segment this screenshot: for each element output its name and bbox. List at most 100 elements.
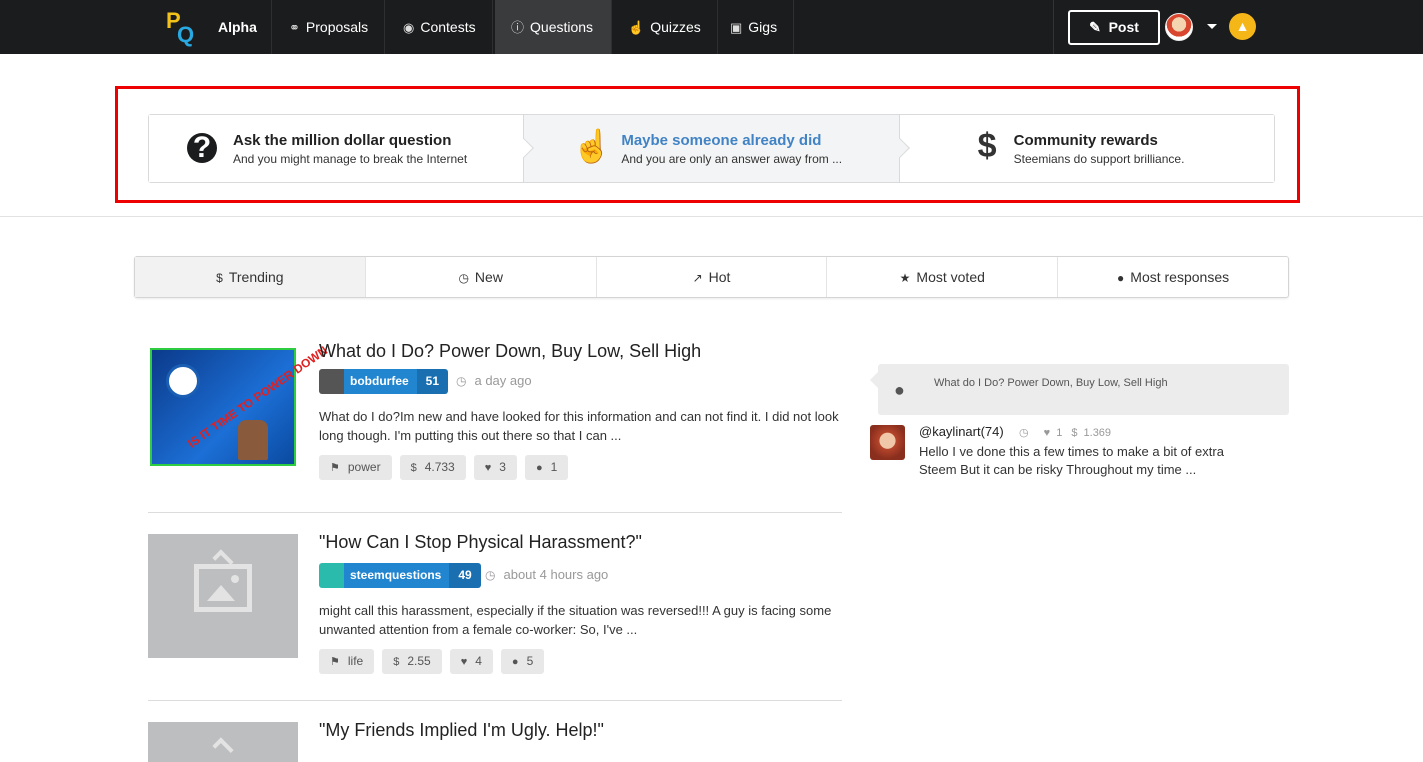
author-reputation: 49 <box>449 563 481 588</box>
step-title: Community rewards <box>1013 132 1158 149</box>
tab-new[interactable]: ◷ New <box>366 257 597 297</box>
tab-label: New <box>474 269 503 285</box>
user-avatar[interactable] <box>1165 13 1193 41</box>
author-avatar <box>319 369 344 394</box>
sort-tabs: $ Trending ◷ New ↗ Hot ★ Most voted ● Most re… <box>134 256 1289 298</box>
line-chart-icon: ↗ <box>692 271 703 285</box>
payout-label: $4.733 <box>399 455 466 480</box>
dollar-icon: $ <box>1071 427 1078 439</box>
nav-item-quizzes[interactable]: ☝ Quizzes <box>612 0 718 54</box>
post-time: ◷ about 4 hours ago <box>485 567 608 582</box>
clock-icon: ◷ <box>485 568 496 582</box>
author-badge[interactable]: steemquestions 49 <box>319 563 481 588</box>
step-title: Maybe someone already did <box>621 132 822 149</box>
author-avatar <box>319 563 344 588</box>
step-desc: And you are only an answer away from ... <box>621 152 843 166</box>
payout-text: 4.733 <box>424 460 455 474</box>
tab-label: Hot <box>708 269 731 285</box>
post-thumbnail[interactable] <box>148 722 298 762</box>
votes-text: 3 <box>499 460 506 474</box>
post-title[interactable]: "How Can I Stop Physical Harassment?" <box>319 532 642 553</box>
commenter-avatar[interactable] <box>870 425 905 460</box>
nav-label: Gigs <box>748 19 778 35</box>
comments-icon: ● <box>894 380 905 400</box>
post-separator <box>148 512 842 513</box>
steem-coin-icon[interactable]: ▲ <box>1229 13 1256 40</box>
pencil-icon: ✎ <box>1089 19 1101 35</box>
steps-bar: ? Ask the million dollar question And yo… <box>148 114 1275 183</box>
step-ask[interactable]: ? Ask the million dollar question And yo… <box>149 115 535 182</box>
post-separator <box>148 700 842 701</box>
nav-brand[interactable]: Alpha <box>204 0 272 54</box>
dollar-icon: $ <box>393 656 400 668</box>
dollar-icon: $ <box>216 271 223 285</box>
votes-label[interactable]: ♥ 3 <box>473 455 517 480</box>
star-icon: ★ <box>899 271 911 285</box>
nav-item-contests[interactable]: ◉ Contests <box>387 0 493 54</box>
hanger-icon <box>212 737 234 759</box>
post-button[interactable]: ✎ Post <box>1068 10 1160 45</box>
image-placeholder-icon <box>194 564 252 612</box>
comments-label[interactable]: ● 1 <box>524 455 569 480</box>
tag-label[interactable]: ⚑ power <box>319 455 392 480</box>
tag-icon: ⚑ <box>330 462 340 474</box>
author-name: bobdurfee <box>344 369 417 394</box>
author-name: steemquestions <box>344 563 450 588</box>
author-badge[interactable]: bobdurfee 51 <box>319 369 449 394</box>
step-title: Ask the million dollar question <box>233 132 452 149</box>
tab-hot[interactable]: ↗ Hot <box>597 257 828 297</box>
comment-meta: ◷ ♥ 1 $1.369 <box>1019 426 1117 439</box>
comments-text: 5 <box>526 654 534 668</box>
comments-label[interactable]: ● 5 <box>500 649 545 674</box>
comment-payout: 1.369 <box>1083 427 1112 439</box>
dollar-icon: $ <box>410 462 417 474</box>
tab-label: Trending <box>228 269 284 285</box>
tag-text: power <box>347 460 381 474</box>
tab-trending[interactable]: $ Trending <box>135 257 366 297</box>
time-text: about 4 hours ago <box>503 567 609 582</box>
comment-icon: ● <box>1117 271 1125 285</box>
votes-label[interactable]: ♥ 4 <box>449 649 493 674</box>
post-button-label: Post <box>1108 19 1139 35</box>
site-logo[interactable]: PQ <box>166 8 196 47</box>
nav-item-proposals[interactable]: ⚭ Proposals <box>273 0 386 54</box>
post-title[interactable]: What do I Do? Power Down, Buy Low, Sell … <box>319 341 701 362</box>
nav-label: Quizzes <box>650 19 701 35</box>
time-text: a day ago <box>474 373 532 388</box>
tag-label[interactable]: ⚑ life <box>319 649 375 674</box>
side-question-bubble[interactable]: ● What do I Do? Power Down, Buy Low, Sel… <box>870 364 1289 415</box>
author-reputation: 51 <box>416 369 449 394</box>
dollar-icon: $ <box>977 127 997 165</box>
tab-most-responses[interactable]: ● Most responses <box>1058 257 1288 297</box>
section-divider <box>0 216 1423 217</box>
tag-icon: ⚑ <box>330 656 340 668</box>
post-thumbnail[interactable]: IS IT TIME TO POWER DOWN <box>150 343 330 466</box>
nav-label: Questions <box>530 19 594 35</box>
commenter-name[interactable]: @kaylinart(74) <box>919 424 1004 439</box>
comment-icon: ● <box>511 656 519 668</box>
top-navbar: PQ Alpha ⚭ Proposals ◉ Contests ⓘ Questions… <box>0 0 1423 54</box>
tab-most-voted[interactable]: ★ Most voted <box>827 257 1059 297</box>
heart-icon: ♥ <box>460 656 468 668</box>
nav-item-questions[interactable]: ⓘ Questions <box>495 0 612 54</box>
post-time: ◷ a day ago <box>456 373 532 388</box>
step-maybe[interactable]: ☝ Maybe someone already did And you are … <box>524 115 910 182</box>
post-title[interactable]: "My Friends Implied I'm Ugly. Help!" <box>319 720 604 741</box>
tag-text: life <box>347 654 364 668</box>
heart-icon: ♥ <box>484 462 492 474</box>
post-labels: ⚑ life $2.55 ♥ 4 ● 5 <box>319 649 545 674</box>
post-thumbnail[interactable] <box>148 534 298 658</box>
heart-icon: ♥ <box>1043 427 1051 439</box>
hand-icon <box>238 420 268 460</box>
chevron-down-icon[interactable] <box>1207 24 1217 29</box>
side-question-title: What do I Do? Power Down, Buy Low, Sell … <box>934 377 1168 389</box>
question-circle-icon: ⓘ <box>511 20 525 35</box>
clock-icon: ◷ <box>458 271 469 285</box>
nav-item-gigs[interactable]: ▣ Gigs <box>714 0 795 54</box>
step-rewards[interactable]: $ Community rewards Steemians do support… <box>899 115 1274 182</box>
comment-votes: 1 <box>1056 427 1063 439</box>
tab-label: Most voted <box>916 269 985 285</box>
post-labels: ⚑ power $4.733 ♥ 3 ● 1 <box>319 455 569 480</box>
post-excerpt: What do I do?Im new and have looked for … <box>319 409 839 443</box>
votes-text: 4 <box>475 654 482 668</box>
